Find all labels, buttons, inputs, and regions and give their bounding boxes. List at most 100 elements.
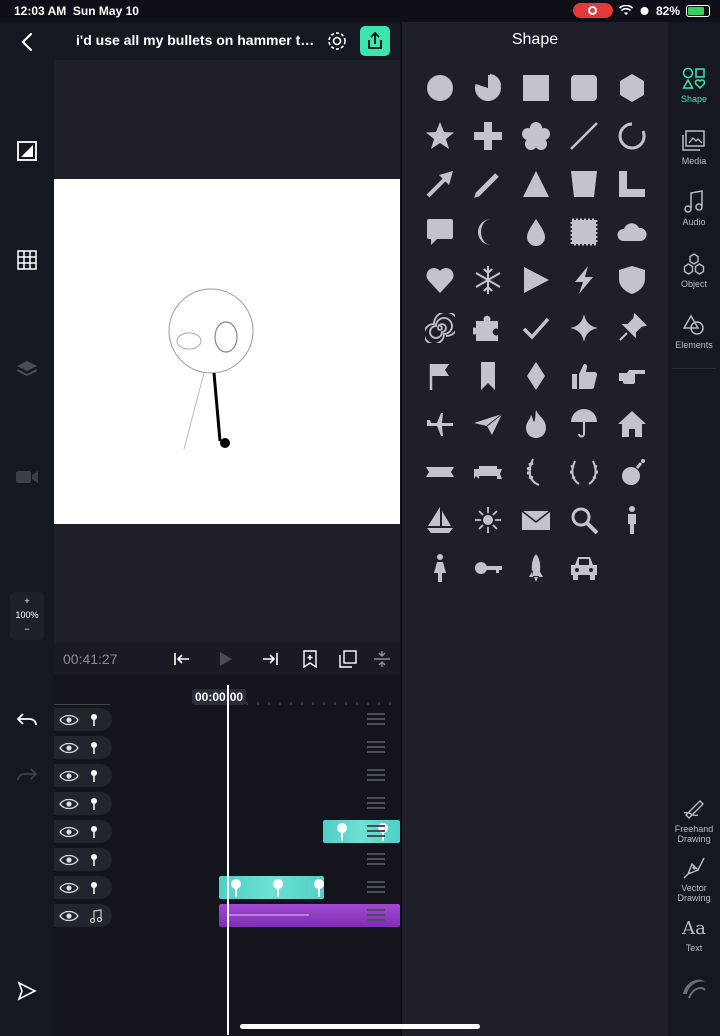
eye-icon[interactable]: [59, 798, 79, 810]
shape-paper-plane[interactable]: [464, 400, 512, 448]
eye-icon[interactable]: [59, 714, 79, 726]
shape-umbrella[interactable]: [560, 400, 608, 448]
layer-drag-handle[interactable]: [367, 797, 385, 811]
camera-button[interactable]: [13, 463, 41, 491]
shape-spiral[interactable]: [416, 304, 464, 352]
shape-pie[interactable]: [464, 64, 512, 112]
shape-line[interactable]: [560, 112, 608, 160]
tool-text[interactable]: Aa Text: [668, 915, 720, 954]
tab-media[interactable]: Media: [668, 128, 720, 166]
layer-drag-handle[interactable]: [367, 881, 385, 895]
back-button[interactable]: [13, 28, 41, 56]
eye-icon[interactable]: [59, 742, 79, 754]
shape-stamp[interactable]: [560, 208, 608, 256]
shape-flame[interactable]: [512, 400, 560, 448]
tab-shape[interactable]: Shape: [668, 66, 720, 104]
eye-icon[interactable]: [59, 854, 79, 866]
shape-plus[interactable]: [464, 112, 512, 160]
shape-banner[interactable]: [464, 448, 512, 496]
tool-vector-drawing[interactable]: Vector Drawing: [668, 855, 720, 903]
play-preview-button[interactable]: [13, 977, 41, 1005]
duplicate-button[interactable]: [338, 649, 358, 669]
shape-rounded-corner[interactable]: [608, 160, 656, 208]
shape-sun[interactable]: [464, 496, 512, 544]
eye-icon[interactable]: [59, 770, 79, 782]
shape-man[interactable]: [608, 496, 656, 544]
shape-triangle[interactable]: [512, 160, 560, 208]
keyframe-marker[interactable]: [314, 879, 324, 897]
shape-arc[interactable]: [608, 112, 656, 160]
shape-crescent[interactable]: [464, 208, 512, 256]
shape-pencil[interactable]: [464, 160, 512, 208]
shape-ribbon[interactable]: [416, 448, 464, 496]
playhead[interactable]: [227, 685, 229, 1035]
shape-woman[interactable]: [416, 544, 464, 592]
shape-pointing-hand[interactable]: [608, 352, 656, 400]
tab-audio[interactable]: Audio: [668, 189, 720, 227]
layer-drag-handle[interactable]: [367, 909, 385, 923]
keyframe-marker[interactable]: [337, 823, 347, 841]
layer-drag-handle[interactable]: [367, 741, 385, 755]
zoom-control[interactable]: + 100% −: [10, 592, 44, 640]
layers-button[interactable]: [13, 354, 41, 382]
bookmark-button[interactable]: [300, 649, 320, 669]
shape-drop[interactable]: [512, 208, 560, 256]
shape-airplane[interactable]: [416, 400, 464, 448]
shape-sparkle[interactable]: [560, 304, 608, 352]
keyframe-marker[interactable]: [273, 879, 283, 897]
shape-key[interactable]: [464, 544, 512, 592]
shape-speech-bubble[interactable]: [416, 208, 464, 256]
shape-bomb[interactable]: [608, 448, 656, 496]
shape-bookmark[interactable]: [464, 352, 512, 400]
shape-snowflake[interactable]: [464, 256, 512, 304]
shape-cloud[interactable]: [608, 208, 656, 256]
shape-pushpin[interactable]: [608, 304, 656, 352]
aspect-ratio-button[interactable]: [13, 137, 41, 165]
shape-laurel-left[interactable]: [512, 448, 560, 496]
layer-drag-handle[interactable]: [367, 769, 385, 783]
shape-sailboat[interactable]: [416, 496, 464, 544]
split-button[interactable]: [372, 649, 392, 669]
shape-circle[interactable]: [416, 64, 464, 112]
keyframe-marker[interactable]: [231, 879, 241, 897]
tool-freehand-drawing[interactable]: Freehand Drawing: [668, 796, 720, 844]
shape-square[interactable]: [512, 64, 560, 112]
shape-hexagon[interactable]: [608, 64, 656, 112]
shape-car[interactable]: [560, 544, 608, 592]
keyframe-clip[interactable]: [323, 820, 400, 843]
shape-star[interactable]: [416, 112, 464, 160]
shape-heart[interactable]: [416, 256, 464, 304]
shape-magnifier[interactable]: [560, 496, 608, 544]
shape-thumbs-up[interactable]: [560, 352, 608, 400]
shape-rocket[interactable]: [512, 544, 560, 592]
project-canvas[interactable]: [54, 179, 400, 524]
eye-icon[interactable]: [59, 826, 79, 838]
shape-diamond[interactable]: [512, 352, 560, 400]
shape-shield[interactable]: [608, 256, 656, 304]
jump-to-end-button[interactable]: [260, 649, 280, 669]
tab-elements[interactable]: Elements: [668, 312, 720, 350]
eye-icon[interactable]: [59, 882, 79, 894]
grid-button[interactable]: [13, 246, 41, 274]
keyframe-clip[interactable]: [219, 876, 324, 899]
home-indicator[interactable]: [240, 1024, 480, 1029]
layer-drag-handle[interactable]: [367, 853, 385, 867]
shape-lightning[interactable]: [560, 256, 608, 304]
jump-to-start-button[interactable]: [172, 649, 192, 669]
eye-icon[interactable]: [59, 910, 79, 922]
shape-play[interactable]: [512, 256, 560, 304]
shape-flower[interactable]: [512, 112, 560, 160]
shape-arrow[interactable]: [416, 160, 464, 208]
redo-button[interactable]: [13, 761, 41, 789]
shape-laurel[interactable]: [560, 448, 608, 496]
layer-drag-handle[interactable]: [367, 713, 385, 727]
zoom-out-button[interactable]: −: [10, 622, 44, 636]
shape-house[interactable]: [608, 400, 656, 448]
share-button[interactable]: [360, 26, 390, 56]
shape-puzzle[interactable]: [464, 304, 512, 352]
shape-rounded-square[interactable]: [560, 64, 608, 112]
shape-checkmark[interactable]: [512, 304, 560, 352]
project-title[interactable]: i'd use all my bullets on hammer time: [76, 32, 316, 48]
shape-trapezoid[interactable]: [560, 160, 608, 208]
shape-flag[interactable]: [416, 352, 464, 400]
